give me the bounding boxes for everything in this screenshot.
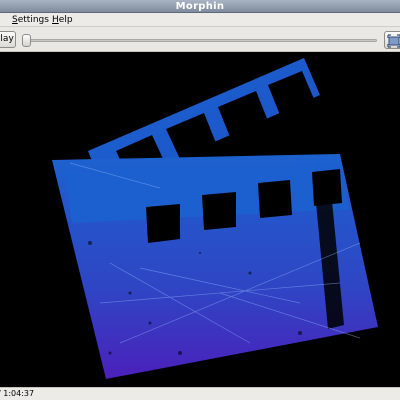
clapper-board bbox=[52, 154, 378, 379]
toolbar: Play bbox=[0, 27, 400, 52]
menu-help-rest: elp bbox=[58, 15, 73, 25]
seek-slider-track[interactable] bbox=[26, 39, 377, 42]
playback-time: / 1:04:37 bbox=[0, 389, 35, 398]
video-area[interactable] bbox=[0, 53, 400, 387]
menu-help[interactable]: Help bbox=[50, 13, 75, 27]
clapperboard-logo bbox=[52, 58, 378, 379]
window-title: Morphin bbox=[175, 1, 225, 12]
seek-slider-handle[interactable] bbox=[22, 34, 31, 47]
menu-settings[interactable]: Settings bbox=[10, 13, 51, 27]
fullscreen-icon bbox=[387, 34, 400, 48]
menu-bar: Settings Help bbox=[0, 13, 400, 27]
play-button[interactable]: Play bbox=[0, 31, 16, 48]
title-bar[interactable]: Morphin bbox=[0, 0, 400, 13]
status-bar: / 1:04:37 bbox=[0, 387, 400, 400]
menu-file-partial[interactable] bbox=[0, 13, 2, 27]
menu-help-mnemonic: H bbox=[52, 15, 59, 25]
fullscreen-button[interactable] bbox=[384, 31, 400, 49]
menu-settings-rest: ettings bbox=[17, 15, 49, 25]
